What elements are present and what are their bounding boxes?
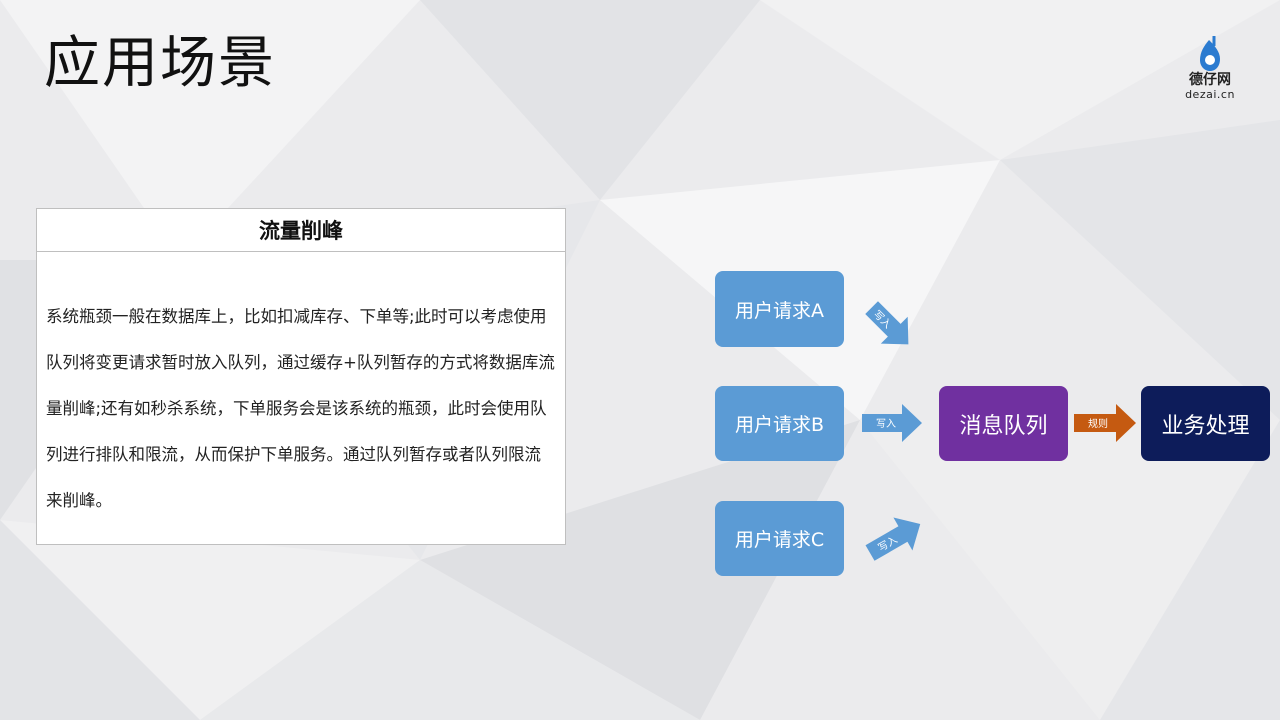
node-request-a: 用户请求A [715,271,844,347]
node-request-b: 用户请求B [715,386,844,461]
node-business-processing: 业务处理 [1141,386,1270,461]
node-message-queue: 消息队列 [939,386,1068,461]
card-body-text: 系统瓶颈一般在数据库上，比如扣减库存、下单等;此时可以考虑使用队列将变更请求暂时… [46,307,555,510]
info-card: 流量削峰 系统瓶颈一般在数据库上，比如扣减库存、下单等;此时可以考虑使用队列将变… [36,208,566,545]
logo-name: 德仔网 [1189,72,1231,88]
page-title: 应用场景 [44,31,276,96]
logo-domain: dezai.cn [1185,88,1235,101]
card-heading: 流量削峰 [37,209,565,252]
node-request-c: 用户请求C [715,501,844,576]
